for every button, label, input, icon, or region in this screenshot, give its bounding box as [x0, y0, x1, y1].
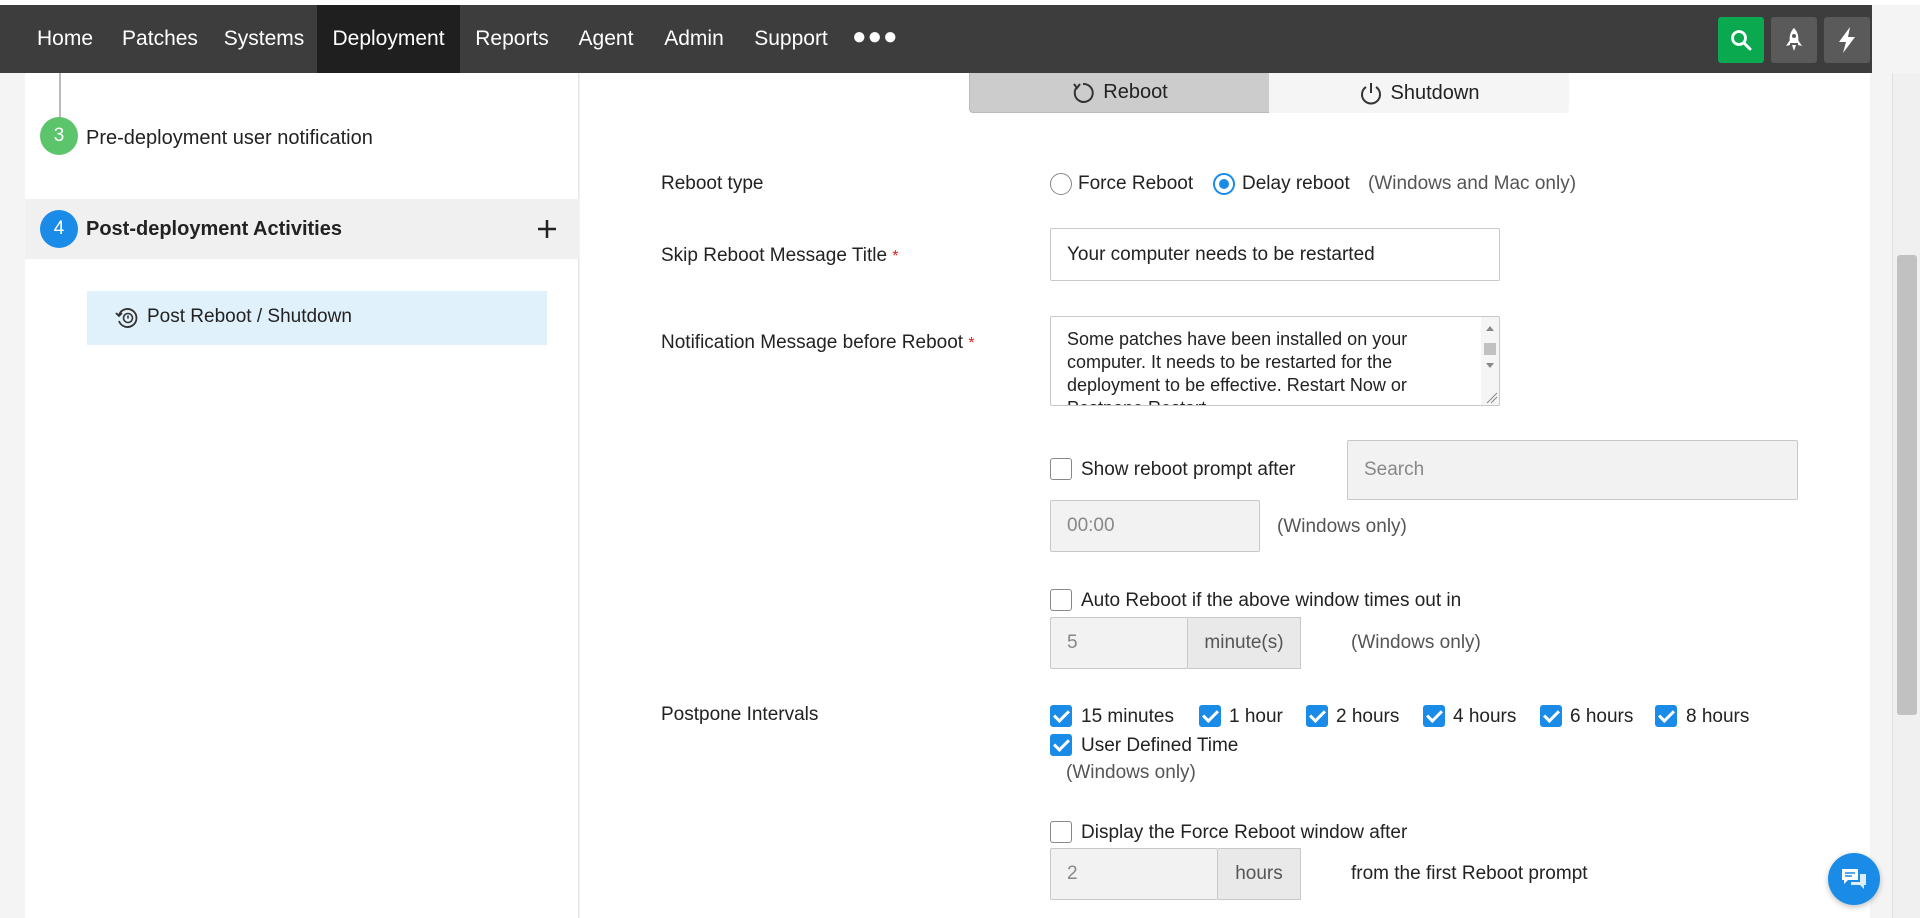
postpone-1hour-label[interactable]: 1 hour — [1229, 706, 1283, 728]
steps-sidebar: 3 Pre-deployment user notification 4 Pos… — [25, 73, 579, 918]
minutes-unit-addon: minute(s) — [1188, 617, 1301, 669]
search-icon — [1731, 30, 1752, 51]
tab-shutdown[interactable]: Shutdown — [1269, 73, 1569, 113]
skip-title-text: Skip Reboot Message Title — [661, 245, 888, 266]
nav-support[interactable]: Support — [740, 5, 842, 73]
force-window-checkbox[interactable] — [1050, 821, 1072, 843]
postpone-15min-checkbox[interactable] — [1050, 705, 1072, 727]
required-marker: * — [968, 335, 975, 352]
reboot-icon — [1073, 82, 1094, 103]
postpone-6hours-checkbox[interactable] — [1540, 705, 1562, 727]
rocket-icon — [1786, 28, 1802, 51]
nav-reports[interactable]: Reports — [464, 5, 560, 73]
show-prompt-note: (Windows only) — [1277, 516, 1407, 537]
notification-label: Notification Message before Reboot * — [661, 332, 975, 354]
postpone-8hours-checkbox[interactable] — [1655, 705, 1677, 727]
skip-title-input[interactable]: Your computer needs to be restarted — [1050, 228, 1500, 281]
nav-admin[interactable]: Admin — [652, 5, 736, 73]
tab-reboot[interactable]: Reboot — [969, 73, 1269, 113]
postpone-4hours-checkbox[interactable] — [1423, 705, 1445, 727]
postpone-2hours-checkbox[interactable] — [1306, 705, 1328, 727]
nav-agent[interactable]: Agent — [564, 5, 648, 73]
reboot-type-label: Reboot type — [661, 173, 764, 194]
step-4-label: Post-deployment Activities — [86, 218, 342, 240]
nav-patches[interactable]: Patches — [110, 5, 210, 73]
top-navbar: Home Patches Systems Deployment Reports … — [0, 5, 1872, 73]
nav-systems[interactable]: Systems — [214, 5, 314, 73]
delay-reboot-radio[interactable] — [1213, 173, 1235, 195]
schedule-search-input[interactable]: Search — [1347, 440, 1798, 500]
auto-reboot-label[interactable]: Auto Reboot if the above window times ou… — [1081, 590, 1461, 612]
force-window-label[interactable]: Display the Force Reboot window after — [1081, 822, 1407, 844]
postpone-label: Postpone Intervals — [661, 704, 819, 725]
prompt-time-input[interactable]: 00:00 — [1050, 500, 1260, 552]
notification-value: Some patches have been installed on your… — [1067, 329, 1408, 405]
postpone-6hours-label[interactable]: 6 hours — [1570, 706, 1633, 728]
search-button[interactable] — [1718, 17, 1764, 63]
delay-reboot-label[interactable]: Delay reboot — [1242, 173, 1350, 195]
postpone-1hour-checkbox[interactable] — [1199, 705, 1221, 727]
show-prompt-label[interactable]: Show reboot prompt after — [1081, 459, 1295, 481]
tab-shutdown-label: Shutdown — [1390, 81, 1480, 104]
chat-button[interactable] — [1828, 853, 1880, 905]
postpone-user-defined-checkbox[interactable] — [1050, 734, 1072, 756]
postpone-user-defined-label[interactable]: User Defined Time — [1081, 735, 1238, 757]
sub-item-label: Post Reboot / Shutdown — [147, 306, 352, 327]
notification-text: Notification Message before Reboot — [661, 332, 964, 353]
required-marker: * — [892, 248, 899, 265]
force-window-suffix: from the first Reboot prompt — [1351, 863, 1588, 884]
force-reboot-radio[interactable] — [1050, 173, 1072, 195]
plus-icon[interactable] — [537, 219, 557, 239]
bolt-button[interactable] — [1824, 17, 1870, 63]
page-scrollbar[interactable] — [1892, 73, 1920, 918]
bolt-icon — [1839, 27, 1855, 53]
sub-item-post-reboot-shutdown[interactable]: Post Reboot / Shutdown — [87, 291, 547, 345]
rocket-button[interactable] — [1771, 17, 1817, 63]
postpone-8hours-label[interactable]: 8 hours — [1686, 706, 1749, 728]
reboot-shutdown-tabs: Reboot Shutdown — [969, 73, 1569, 113]
page-scrollbar-thumb[interactable] — [1897, 255, 1917, 715]
power-icon — [1360, 83, 1381, 105]
tab-reboot-label: Reboot — [1103, 81, 1168, 103]
postpone-note: (Windows only) — [1066, 762, 1196, 783]
nav-home[interactable]: Home — [24, 5, 106, 73]
nav-deployment[interactable]: Deployment — [317, 5, 460, 73]
postpone-4hours-label[interactable]: 4 hours — [1453, 706, 1516, 728]
postpone-2hours-label[interactable]: 2 hours — [1336, 706, 1399, 728]
skip-title-label: Skip Reboot Message Title * — [661, 245, 899, 267]
main-form-area: Reboot Shutdown Reboot type Force Reboot… — [580, 73, 1870, 918]
postpone-15min-label[interactable]: 15 minutes — [1081, 706, 1174, 728]
textarea-scroll-arrows — [1484, 326, 1498, 404]
step-4-badge: 4 — [40, 210, 78, 248]
reboot-settings-icon — [115, 308, 138, 328]
hours-unit-addon: hours — [1218, 848, 1301, 900]
chat-icon — [1842, 869, 1866, 889]
step-connector — [59, 73, 61, 123]
more-dots-icon[interactable]: ●●● — [852, 5, 899, 73]
step-3-label[interactable]: Pre-deployment user notification — [86, 127, 373, 150]
notification-textarea[interactable]: Some patches have been installed on your… — [1050, 316, 1500, 406]
show-prompt-checkbox[interactable] — [1050, 458, 1072, 480]
reboot-type-note: (Windows and Mac only) — [1368, 173, 1577, 194]
auto-reboot-checkbox[interactable] — [1050, 589, 1072, 611]
step-3-badge: 3 — [40, 117, 78, 155]
auto-reboot-minutes-input[interactable]: 5 — [1050, 617, 1188, 669]
step-4-row[interactable]: 4 Post-deployment Activities — [25, 199, 579, 259]
auto-reboot-note: (Windows only) — [1351, 632, 1481, 653]
force-window-hours-input[interactable]: 2 — [1050, 848, 1218, 900]
textarea-scrollbar[interactable] — [1481, 317, 1499, 405]
force-reboot-label[interactable]: Force Reboot — [1078, 173, 1193, 195]
